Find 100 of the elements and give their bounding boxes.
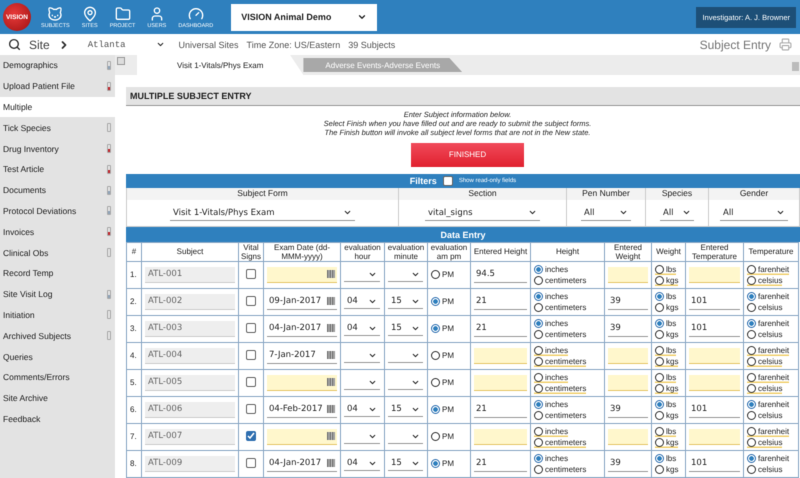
radio-button[interactable] bbox=[534, 318, 543, 328]
radio-button[interactable] bbox=[431, 378, 440, 388]
dropdown[interactable]: All bbox=[720, 206, 788, 221]
text-field[interactable]: 21 bbox=[474, 320, 527, 337]
radio-button[interactable] bbox=[431, 270, 440, 280]
radio-button[interactable] bbox=[534, 464, 543, 474]
checkbox[interactable] bbox=[246, 431, 256, 442]
radio-button[interactable] bbox=[534, 400, 543, 409]
sidebar-item[interactable]: Archived Subjects bbox=[0, 325, 115, 346]
sidebar-item[interactable]: Demographics bbox=[0, 55, 115, 76]
radio-button[interactable] bbox=[655, 302, 664, 312]
checkbox[interactable] bbox=[246, 458, 256, 468]
radio-button[interactable] bbox=[534, 426, 543, 436]
dropdown[interactable]: Visit 1-Vitals/Phys Exam bbox=[170, 206, 355, 221]
sidebar-item[interactable]: Site Visit Log bbox=[0, 284, 115, 305]
text-field[interactable] bbox=[474, 374, 527, 391]
sidebar-item[interactable]: Documents bbox=[0, 180, 115, 201]
radio-button[interactable] bbox=[747, 276, 756, 285]
radio-button[interactable] bbox=[747, 372, 756, 382]
radio-button[interactable] bbox=[431, 297, 440, 306]
text-field[interactable]: 101 bbox=[689, 320, 740, 337]
sidebar-item[interactable]: Record Temp bbox=[0, 262, 115, 284]
checkbox[interactable] bbox=[442, 176, 453, 186]
radio-button[interactable] bbox=[655, 346, 664, 355]
radio-button[interactable] bbox=[747, 410, 756, 420]
radio-button[interactable] bbox=[747, 264, 756, 274]
radio-button[interactable] bbox=[655, 384, 664, 393]
text-field[interactable]: 21 bbox=[474, 402, 527, 418]
checkbox[interactable] bbox=[246, 322, 256, 333]
sidebar-item[interactable]: Drug Inventory bbox=[0, 138, 115, 159]
radio-button[interactable] bbox=[534, 454, 543, 463]
date-field[interactable] bbox=[267, 374, 337, 391]
text-field[interactable] bbox=[689, 428, 740, 445]
radio-button[interactable] bbox=[655, 264, 664, 274]
radio-button[interactable] bbox=[655, 356, 664, 366]
sidebar-item[interactable]: Invoices bbox=[0, 221, 115, 242]
radio-button[interactable] bbox=[534, 372, 543, 382]
text-field[interactable] bbox=[689, 348, 740, 364]
text-field[interactable]: 101 bbox=[689, 294, 740, 310]
radio-button[interactable] bbox=[534, 302, 543, 312]
radio-button[interactable] bbox=[655, 426, 664, 436]
text-field[interactable] bbox=[608, 374, 648, 391]
text-field[interactable] bbox=[474, 428, 527, 445]
radio-button[interactable] bbox=[747, 400, 756, 409]
radio-button[interactable] bbox=[655, 400, 664, 409]
radio-button[interactable] bbox=[655, 292, 664, 301]
checkbox[interactable] bbox=[246, 268, 256, 279]
radio-button[interactable] bbox=[747, 454, 756, 463]
radio-button[interactable] bbox=[747, 384, 756, 393]
date-field[interactable] bbox=[267, 266, 337, 283]
sidebar-item[interactable]: Comments/Errors bbox=[0, 366, 115, 388]
radio-button[interactable] bbox=[534, 346, 543, 355]
radio-button[interactable] bbox=[655, 276, 664, 285]
radio-button[interactable] bbox=[534, 292, 543, 301]
site-dropdown[interactable]: Atlanta bbox=[88, 40, 164, 50]
radio-button[interactable] bbox=[534, 276, 543, 285]
radio-button[interactable] bbox=[747, 330, 756, 339]
radio-button[interactable] bbox=[747, 318, 756, 328]
date-field[interactable]: 7-Jan-2017 bbox=[267, 348, 337, 364]
radio-button[interactable] bbox=[655, 438, 664, 447]
text-field[interactable] bbox=[608, 428, 648, 445]
radio-button[interactable] bbox=[747, 426, 756, 436]
radio-button[interactable] bbox=[534, 410, 543, 420]
radio-button[interactable] bbox=[655, 330, 664, 339]
date-field[interactable] bbox=[267, 428, 337, 445]
dropdown[interactable]: vital_signs bbox=[425, 206, 540, 221]
radio-button[interactable] bbox=[431, 459, 440, 468]
project-dropdown[interactable]: VISION Animal Demo bbox=[231, 4, 378, 30]
sidebar-item[interactable]: Test Article bbox=[0, 158, 115, 180]
sidebar-item[interactable]: Protocol Deviations bbox=[0, 200, 115, 222]
radio-button[interactable] bbox=[534, 330, 543, 339]
sidebar-item[interactable]: Tick Species bbox=[0, 117, 115, 138]
text-field[interactable]: 39 bbox=[608, 320, 648, 337]
radio-button[interactable] bbox=[655, 454, 664, 463]
radio-button[interactable] bbox=[534, 438, 543, 447]
text-field[interactable] bbox=[689, 266, 740, 283]
text-field[interactable]: 101 bbox=[689, 402, 740, 418]
sidebar-item[interactable]: Feedback bbox=[0, 408, 115, 430]
finish-button[interactable]: FINISHED bbox=[411, 142, 524, 167]
radio-button[interactable] bbox=[534, 356, 543, 366]
radio-button[interactable] bbox=[655, 372, 664, 382]
sidebar-item[interactable]: Site Archive bbox=[0, 388, 115, 409]
radio-button[interactable] bbox=[534, 384, 543, 393]
date-field[interactable]: 04-Feb-2017 bbox=[267, 402, 337, 418]
sidebar-item[interactable]: Clinical Obs bbox=[0, 242, 115, 263]
text-field[interactable]: 21 bbox=[474, 294, 527, 310]
text-field[interactable]: 39 bbox=[608, 456, 648, 472]
radio-button[interactable] bbox=[534, 264, 543, 274]
checkbox[interactable] bbox=[246, 376, 256, 387]
date-field[interactable]: 09-Jan-2017 bbox=[267, 294, 337, 310]
radio-button[interactable] bbox=[431, 324, 440, 334]
checkbox[interactable] bbox=[246, 404, 256, 414]
radio-button[interactable] bbox=[655, 464, 664, 474]
text-field[interactable]: 39 bbox=[608, 402, 648, 418]
tab[interactable]: Visit 1-Vitals/Phys Exam bbox=[137, 55, 304, 75]
date-field[interactable]: 04-Jan-2017 bbox=[267, 320, 337, 337]
text-field[interactable]: 101 bbox=[689, 456, 740, 472]
radio-button[interactable] bbox=[655, 410, 664, 420]
sidebar-item[interactable]: Queries bbox=[0, 346, 115, 367]
radio-button[interactable] bbox=[747, 346, 756, 355]
